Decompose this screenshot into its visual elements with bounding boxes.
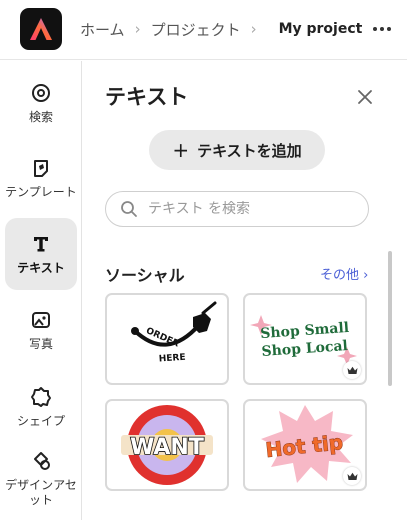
rail-item-design-assets[interactable]: デザインアセ ット: [5, 443, 77, 515]
add-text-button[interactable]: + テキストを追加: [149, 130, 325, 170]
rail-item-shapes[interactable]: シェイプ: [5, 371, 77, 443]
app-logo[interactable]: [20, 8, 62, 50]
template-icon: [30, 157, 52, 179]
rail-item-label: 検索: [28, 109, 53, 124]
order-here-preview: ORDER HERE: [131, 301, 217, 365]
rail-item-label: テンプレート: [5, 184, 77, 199]
rail-item-templates[interactable]: テンプレート: [5, 142, 77, 214]
premium-crown-icon: [343, 361, 361, 379]
scrollbar[interactable]: [388, 251, 392, 386]
text-search[interactable]: [105, 191, 369, 227]
chevron-right-icon: ›: [134, 20, 141, 38]
close-panel-button[interactable]: [357, 89, 373, 105]
rail-item-label: デザインアセ ット: [5, 478, 77, 507]
text-style-card[interactable]: Hot tip: [243, 399, 367, 491]
premium-crown-icon: [343, 467, 361, 485]
adobe-express-logo-icon: [30, 18, 52, 40]
text-style-card[interactable]: WANT: [105, 399, 229, 491]
text-T-icon: [30, 233, 52, 255]
add-text-label: テキストを追加: [197, 141, 302, 160]
breadcrumb-current[interactable]: My project: [279, 21, 363, 37]
card-text-shop-local: Shop Local: [261, 338, 348, 360]
more-options-button[interactable]: [371, 18, 393, 40]
rail-item-label: 写真: [28, 336, 53, 351]
search-input[interactable]: [148, 201, 348, 217]
panel-title: テキスト: [105, 85, 189, 109]
search-icon: [121, 201, 137, 217]
rail-item-search[interactable]: 検索: [5, 67, 77, 139]
breadcrumb-projects[interactable]: プロジェクト: [151, 19, 241, 40]
search-compass-icon: [30, 82, 52, 104]
design-assets-icon: [30, 450, 52, 472]
rail-item-photos[interactable]: 写真: [5, 294, 77, 366]
shape-icon: [30, 386, 52, 408]
rail-item-label: シェイプ: [16, 413, 65, 428]
text-style-card[interactable]: Shop Small Shop Local: [243, 293, 367, 385]
section-title: ソーシャル: [105, 266, 185, 285]
want-preview: WANT: [121, 405, 213, 485]
left-rail: 検索 テンプレート テキスト 写真 シェイプ デザインアセ ット: [0, 61, 82, 520]
plus-icon: +: [172, 138, 190, 162]
breadcrumb: ホーム › プロジェクト › My project: [80, 18, 362, 40]
card-text-want: WANT: [130, 435, 204, 460]
card-text-here: HERE: [159, 353, 186, 365]
see-all-link[interactable]: その他 ›: [320, 264, 368, 283]
breadcrumb-home[interactable]: ホーム: [80, 19, 125, 40]
app-header: ホーム › プロジェクト › My project: [0, 0, 407, 60]
close-icon: [358, 90, 372, 104]
more-horizontal-icon: [373, 27, 377, 31]
rail-item-label: テキスト: [17, 260, 65, 275]
text-panel: テキスト + テキストを追加 ソーシャル その他 › ORDER HERE Sh…: [83, 61, 407, 520]
chevron-right-icon: ›: [250, 20, 257, 38]
text-style-card[interactable]: ORDER HERE: [105, 293, 229, 385]
rail-item-text[interactable]: テキスト: [5, 218, 77, 290]
photo-icon: [30, 309, 52, 331]
